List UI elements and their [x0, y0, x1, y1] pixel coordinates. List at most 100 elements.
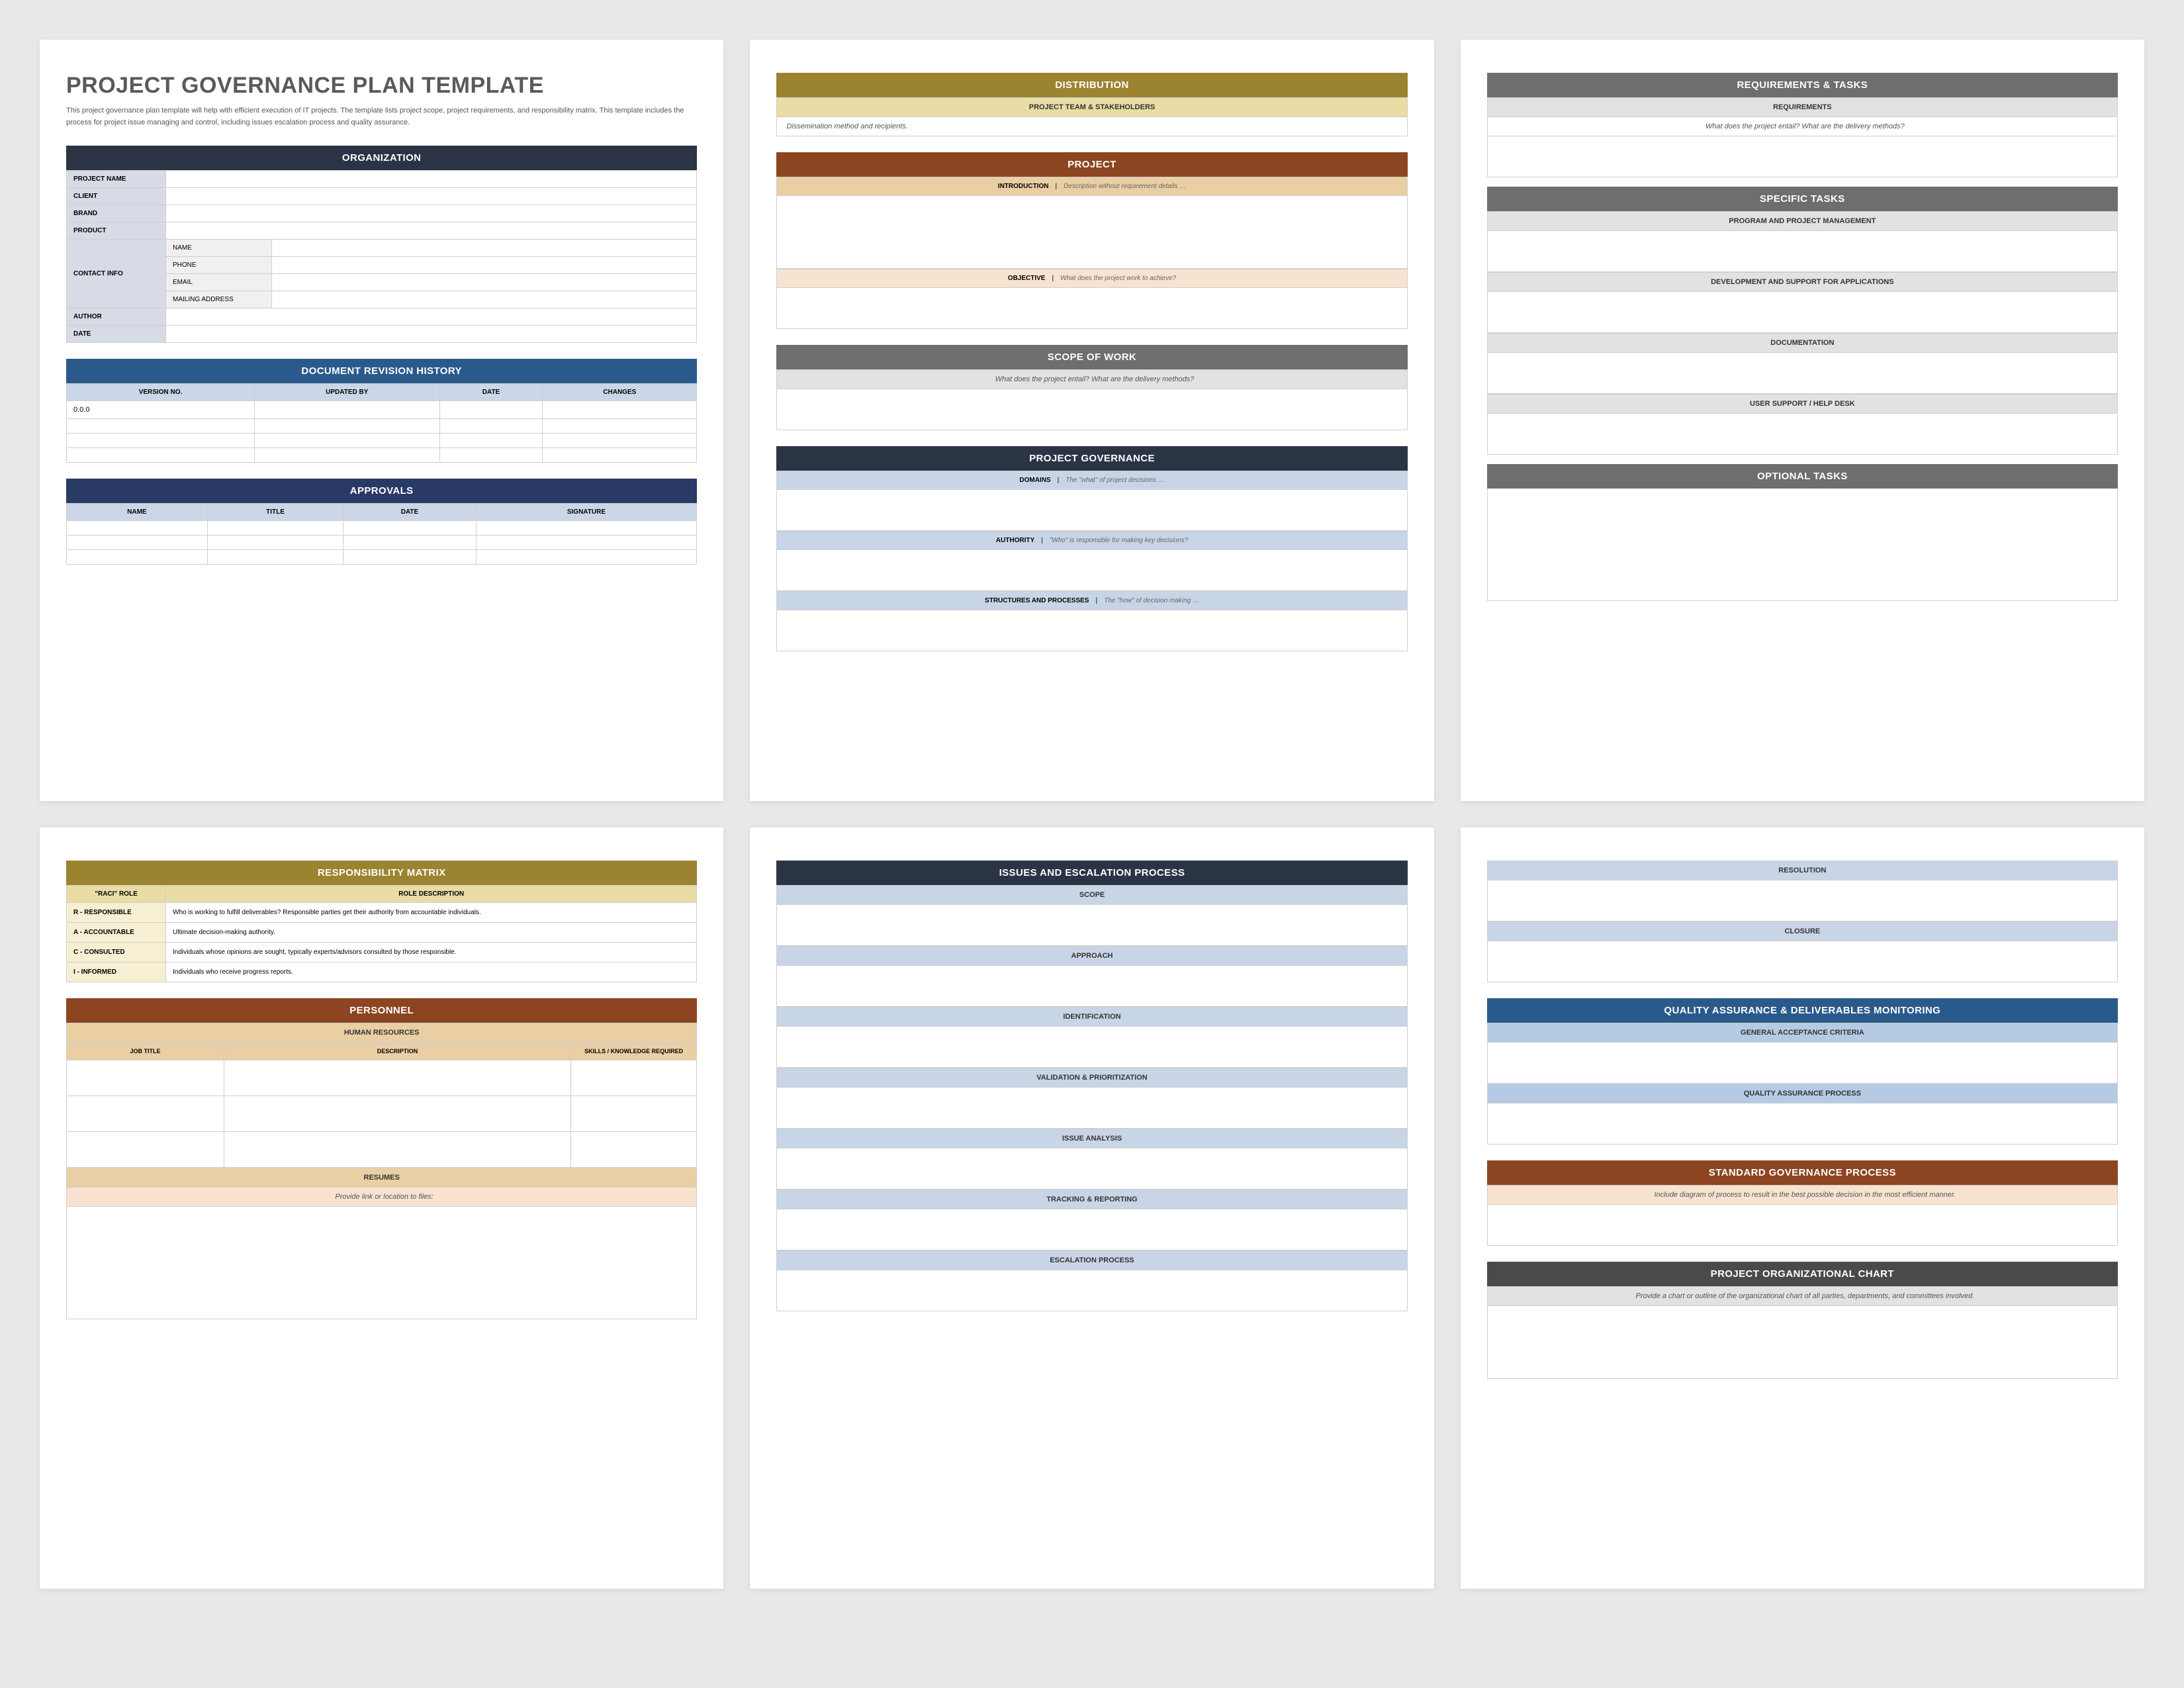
label-date: DATE: [67, 326, 166, 343]
label-contact-info: CONTACT INFO: [67, 240, 166, 308]
qa-header: QUALITY ASSURANCE & DELIVERABLES MONITOR…: [1487, 998, 2118, 1023]
label-author: AUTHOR: [67, 308, 166, 326]
approvals-header: APPROVALS: [66, 479, 697, 503]
issues-field-1[interactable]: [776, 966, 1407, 1007]
cell-version-0[interactable]: 0.0.0: [67, 401, 255, 419]
task-field-1[interactable]: [1487, 292, 2118, 333]
col-updated-by: UPDATED BY: [254, 384, 439, 401]
structures-sub: STRUCTURES AND PROCESSES | The "how" of …: [776, 591, 1407, 610]
issues-sub-0: SCOPE: [776, 885, 1407, 905]
issues-field-0[interactable]: [776, 905, 1407, 946]
std-gov-header: STANDARD GOVERNANCE PROCESS: [1487, 1160, 2118, 1185]
col-job-desc: DESCRIPTION: [224, 1043, 571, 1060]
organization-header: ORGANIZATION: [66, 146, 697, 170]
field-product[interactable]: [166, 222, 697, 240]
domains-label: DOMAINS: [1019, 477, 1050, 484]
label-brand: BRAND: [67, 205, 166, 222]
label-product: PRODUCT: [67, 222, 166, 240]
desc-c: Individuals whose opinions are sought, t…: [166, 943, 697, 962]
authority-label: AUTHORITY: [996, 537, 1034, 544]
field-client[interactable]: [166, 188, 697, 205]
top-field-1[interactable]: [1487, 941, 2118, 982]
field-author[interactable]: [166, 308, 697, 326]
role-a: A - ACCOUNTABLE: [67, 923, 166, 943]
resumes-field[interactable]: [66, 1207, 697, 1319]
issues-field-2[interactable]: [776, 1027, 1407, 1068]
template-gallery: PROJECT GOVERNANCE PLAN TEMPLATE This pr…: [40, 40, 2144, 1589]
issues-field-3[interactable]: [776, 1088, 1407, 1129]
approvals-table: NAME TITLE DATE SIGNATURE: [66, 503, 697, 565]
issues-field-5[interactable]: [776, 1209, 1407, 1250]
label-project-name: PROJECT NAME: [67, 171, 166, 188]
optional-tasks-field[interactable]: [1487, 489, 2118, 601]
qa-sub-0: GENERAL ACCEPTANCE CRITERIA: [1487, 1023, 2118, 1043]
structures-field[interactable]: [776, 610, 1407, 651]
page-5: ISSUES AND ESCALATION PROCESS SCOPE APPR…: [750, 827, 1433, 1589]
resumes-hint: Provide link or location to files:: [66, 1188, 697, 1207]
col-raci-role: "RACI" ROLE: [67, 886, 166, 903]
col-version: VERSION NO.: [67, 384, 255, 401]
authority-field[interactable]: [776, 550, 1407, 591]
requirements-sub: REQUIREMENTS: [1487, 97, 2118, 117]
resumes-header: RESUMES: [66, 1168, 697, 1188]
issues-sub-4: ISSUE ANALYSIS: [776, 1129, 1407, 1149]
requirements-field[interactable]: [1487, 136, 2118, 177]
org-chart-field[interactable]: [1487, 1306, 2118, 1379]
issues-sub-2: IDENTIFICATION: [776, 1007, 1407, 1027]
issues-field-6[interactable]: [776, 1270, 1407, 1311]
role-c: C - CONSULTED: [67, 943, 166, 962]
objective-sub: OBJECTIVE | What does the project work t…: [776, 269, 1407, 288]
issues-field-4[interactable]: [776, 1149, 1407, 1190]
specific-tasks-header: SPECIFIC TASKS: [1487, 187, 2118, 211]
requirements-hint: What does the project entail? What are t…: [1487, 117, 2118, 136]
scope-hint: What does the project entail? What are t…: [776, 369, 1407, 389]
top-sub-0: RESOLUTION: [1487, 861, 2118, 880]
qa-field-1[interactable]: [1487, 1103, 2118, 1145]
field-date[interactable]: [166, 326, 697, 343]
std-gov-hint: Include diagram of process to result in …: [1487, 1185, 2118, 1205]
personnel-header: PERSONNEL: [66, 998, 697, 1023]
field-contact-phone[interactable]: [272, 257, 697, 274]
field-project-name[interactable]: [166, 171, 697, 188]
col-date: DATE: [439, 384, 543, 401]
template-description: This project governance plan template wi…: [66, 105, 697, 128]
col-job-skills: SKILLS / KNOWLEDGE REQUIRED: [570, 1043, 696, 1060]
qa-field-0[interactable]: [1487, 1043, 2118, 1084]
scope-field[interactable]: [776, 389, 1407, 430]
organization-table: PROJECT NAME CLIENT BRAND PRODUCT CONTAC…: [66, 170, 697, 343]
task-field-0[interactable]: [1487, 231, 2118, 272]
top-sub-1: CLOSURE: [1487, 921, 2118, 941]
page-3: REQUIREMENTS & TASKS REQUIREMENTS What d…: [1461, 40, 2144, 801]
distribution-header: DISTRIBUTION: [776, 73, 1407, 97]
introduction-label: INTRODUCTION: [998, 183, 1049, 190]
label-contact-mail: MAILING ADDRESS: [166, 291, 272, 308]
domains-field[interactable]: [776, 490, 1407, 531]
distribution-sub: PROJECT TEAM & STAKEHOLDERS: [776, 97, 1407, 117]
issues-sub-5: TRACKING & REPORTING: [776, 1190, 1407, 1209]
personnel-sub: HUMAN RESOURCES: [66, 1023, 697, 1043]
task-label-3: USER SUPPORT / HELP DESK: [1487, 394, 2118, 414]
page-6: RESOLUTION CLOSURE QUALITY ASSURANCE & D…: [1461, 827, 2144, 1589]
top-field-0[interactable]: [1487, 880, 2118, 921]
col-appr-date: DATE: [343, 504, 476, 521]
objective-field[interactable]: [776, 288, 1407, 329]
org-chart-hint: Provide a chart or outline of the organi…: [1487, 1286, 2118, 1306]
field-contact-name[interactable]: [272, 240, 697, 257]
col-signature: SIGNATURE: [476, 504, 697, 521]
field-contact-mail[interactable]: [272, 291, 697, 308]
page-1: PROJECT GOVERNANCE PLAN TEMPLATE This pr…: [40, 40, 723, 801]
task-label-1: DEVELOPMENT AND SUPPORT FOR APPLICATIONS: [1487, 272, 2118, 292]
label-client: CLIENT: [67, 188, 166, 205]
qa-sub-1: QUALITY ASSURANCE PROCESS: [1487, 1084, 2118, 1103]
org-chart-header: PROJECT ORGANIZATIONAL CHART: [1487, 1262, 2118, 1286]
page-2: DISTRIBUTION PROJECT TEAM & STAKEHOLDERS…: [750, 40, 1433, 801]
introduction-field[interactable]: [776, 196, 1407, 269]
task-field-2[interactable]: [1487, 353, 2118, 394]
std-gov-field[interactable]: [1487, 1205, 2118, 1246]
field-contact-email[interactable]: [272, 274, 697, 291]
desc-a: Ultimate decision-making authority.: [166, 923, 697, 943]
desc-r: Who is working to fulfill deliverables? …: [166, 903, 697, 923]
task-field-3[interactable]: [1487, 414, 2118, 455]
label-contact-phone: PHONE: [166, 257, 272, 274]
field-brand[interactable]: [166, 205, 697, 222]
